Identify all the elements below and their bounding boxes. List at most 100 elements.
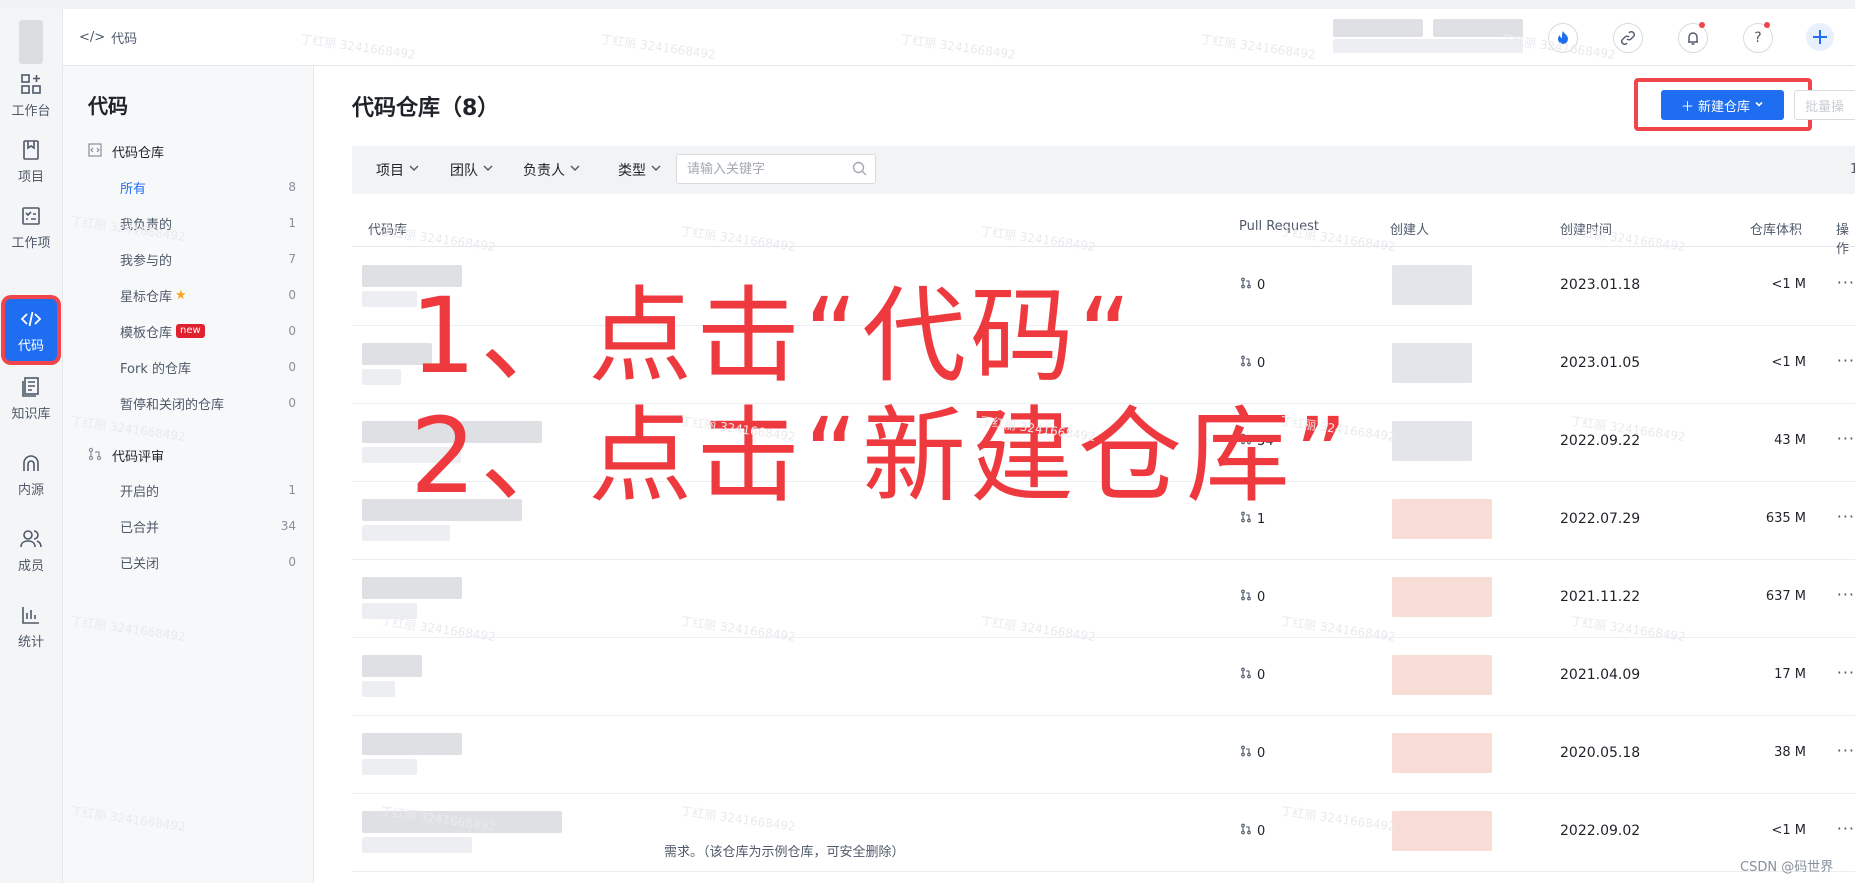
- pull-request-count[interactable]: 0: [1240, 823, 1265, 839]
- created-date: 2020.05.18: [1560, 745, 1641, 761]
- add-icon[interactable]: [1806, 23, 1834, 51]
- sidebar-item-label: 我参与的: [120, 253, 173, 269]
- pull-request-value: 0: [1257, 355, 1266, 371]
- more-icon[interactable]: ···: [1837, 819, 1855, 838]
- sidebar-item-count: 0: [288, 324, 296, 338]
- table-row[interactable]: 0 2021.11.22 637 M ···: [352, 559, 1855, 638]
- sidebar-item-templates[interactable]: 模板仓库 new 0: [120, 317, 296, 345]
- created-date: 2022.09.02: [1560, 823, 1641, 839]
- sidebar-item-count: 0: [288, 555, 296, 569]
- more-icon[interactable]: ···: [1837, 585, 1855, 604]
- breadcrumb: </> 代码: [79, 28, 137, 47]
- more-icon[interactable]: ···: [1837, 429, 1855, 448]
- search-icon[interactable]: [852, 161, 867, 180]
- pull-request-count[interactable]: 0: [1240, 355, 1265, 371]
- sidebar-item-mine[interactable]: 我负责的 1: [120, 209, 296, 237]
- project-icon: [19, 138, 43, 162]
- new-repo-button[interactable]: ＋ 新建仓库: [1661, 90, 1784, 120]
- search-input[interactable]: [677, 160, 849, 178]
- blurred-creator-avatar: [1392, 655, 1492, 695]
- pull-request-icon: [1240, 277, 1252, 293]
- blurred-creator-avatar: [1392, 811, 1492, 851]
- blurred-creator-avatar: [1392, 265, 1472, 305]
- table-row[interactable]: 0 2022.09.02 <1 M ··· 需求。（该仓库为示例仓库，可安全删除）: [352, 793, 1855, 872]
- table-row[interactable]: 0 2020.05.18 38 M ···: [352, 715, 1855, 794]
- org-avatar[interactable]: [19, 20, 43, 64]
- rail-item-label: 工作台: [11, 103, 51, 119]
- rail-item-innersource[interactable]: 内源: [0, 440, 62, 508]
- pull-request-count[interactable]: 0: [1240, 589, 1265, 605]
- rail-item-label: 知识库: [11, 406, 51, 422]
- filter-team[interactable]: 团队: [450, 160, 494, 180]
- pull-request-value: 0: [1257, 277, 1266, 293]
- sidebar-item-closed-repos[interactable]: 暂停和关闭的仓库 0: [120, 389, 296, 417]
- batch-operation-label: 批量操: [1805, 99, 1845, 115]
- sidebar-group-repos[interactable]: 代码仓库: [88, 142, 164, 161]
- sidebar-item-label: 星标仓库: [120, 289, 173, 305]
- new-badge: new: [176, 324, 205, 338]
- more-icon[interactable]: ···: [1837, 351, 1855, 370]
- batch-operation-button[interactable]: 批量操: [1794, 90, 1855, 120]
- merge-request-icon: [88, 447, 102, 465]
- more-icon[interactable]: ···: [1837, 273, 1855, 292]
- breadcrumb-code[interactable]: 代码: [111, 28, 137, 47]
- sidebar-item-all[interactable]: 所有 8: [120, 173, 296, 201]
- blurred-creator-avatar: [1392, 421, 1472, 461]
- rail-item-knowledge[interactable]: 知识库: [0, 364, 62, 432]
- sidebar-item-merged[interactable]: 已合并 34: [120, 512, 296, 540]
- rail-item-label: 内源: [17, 482, 44, 498]
- sidebar-item-starred[interactable]: 星标仓库 ★ 0: [120, 281, 296, 309]
- rail-item-members[interactable]: 成员: [0, 516, 62, 584]
- sidebar-item-count: 0: [288, 360, 296, 374]
- rail-item-code[interactable]: 代码: [5, 299, 57, 361]
- more-icon[interactable]: ···: [1837, 507, 1855, 526]
- rail-item-label: 代码: [17, 338, 44, 354]
- more-icon[interactable]: ···: [1837, 741, 1855, 760]
- table-row[interactable]: 0 2021.04.09 17 M ···: [352, 637, 1855, 716]
- filter-project[interactable]: 项目: [376, 160, 420, 180]
- top-stripe: [0, 0, 1855, 9]
- pull-request-count[interactable]: 0: [1240, 745, 1265, 761]
- col-pull-request: Pull Request: [1239, 219, 1320, 234]
- blurred-creator-avatar: [1392, 733, 1492, 773]
- link-icon[interactable]: [1613, 23, 1643, 53]
- sidebar-item-closed[interactable]: 已关闭 0: [120, 548, 296, 576]
- blurred-repo-owner: [362, 603, 417, 619]
- rail-item-project[interactable]: 项目: [0, 127, 62, 195]
- pull-request-count[interactable]: 0: [1240, 667, 1265, 683]
- rail-item-stats[interactable]: 统计: [0, 592, 62, 660]
- sidebar-item-open[interactable]: 开启的 1: [120, 476, 296, 504]
- sidebar-item-count: 34: [280, 519, 296, 533]
- rail-item-workitem[interactable]: 工作项: [0, 193, 62, 261]
- blurred-repo-owner: [362, 681, 395, 697]
- sidebar-title: 代码: [88, 94, 128, 118]
- sidebar-item-label: 所有: [120, 181, 147, 197]
- col-created-time: 创建时间: [1560, 223, 1613, 238]
- sidebar-item-participating[interactable]: 我参与的 7: [120, 245, 296, 273]
- pull-request-count[interactable]: 0: [1240, 277, 1265, 293]
- filter-owner[interactable]: 负责人: [523, 160, 581, 180]
- chevron-down-icon: [569, 162, 581, 178]
- pull-request-value: 0: [1257, 745, 1266, 761]
- sidebar-item-label: 暂停和关闭的仓库: [120, 397, 225, 413]
- workbench-icon: [19, 72, 43, 96]
- sidebar-item-count: 0: [288, 396, 296, 410]
- sidebar-item-forks[interactable]: Fork 的仓库 0: [120, 353, 296, 381]
- rail-item-workbench[interactable]: 工作台: [0, 61, 62, 129]
- col-repo-size: 仓库体积: [1750, 223, 1803, 238]
- rail-item-label: 工作项: [11, 235, 51, 251]
- filter-type[interactable]: 类型: [618, 160, 662, 180]
- members-icon: [19, 527, 43, 551]
- created-date: 2022.07.29: [1560, 511, 1641, 527]
- annotation-step-1: 1、点击“代码“: [410, 275, 1136, 397]
- repo-size: 635 M: [1765, 511, 1806, 526]
- repo-size: <1 M: [1771, 823, 1806, 838]
- col-creator: 创建人: [1390, 223, 1430, 238]
- bell-notification-dot: [1699, 22, 1705, 28]
- flame-icon[interactable]: [1548, 23, 1578, 53]
- more-icon[interactable]: ···: [1837, 663, 1855, 682]
- blurred-repo-name: [362, 733, 462, 755]
- sidebar-group-review[interactable]: 代码评审: [88, 446, 164, 465]
- repo-size: 17 M: [1774, 667, 1806, 682]
- blurred-repo-owner: [362, 837, 472, 853]
